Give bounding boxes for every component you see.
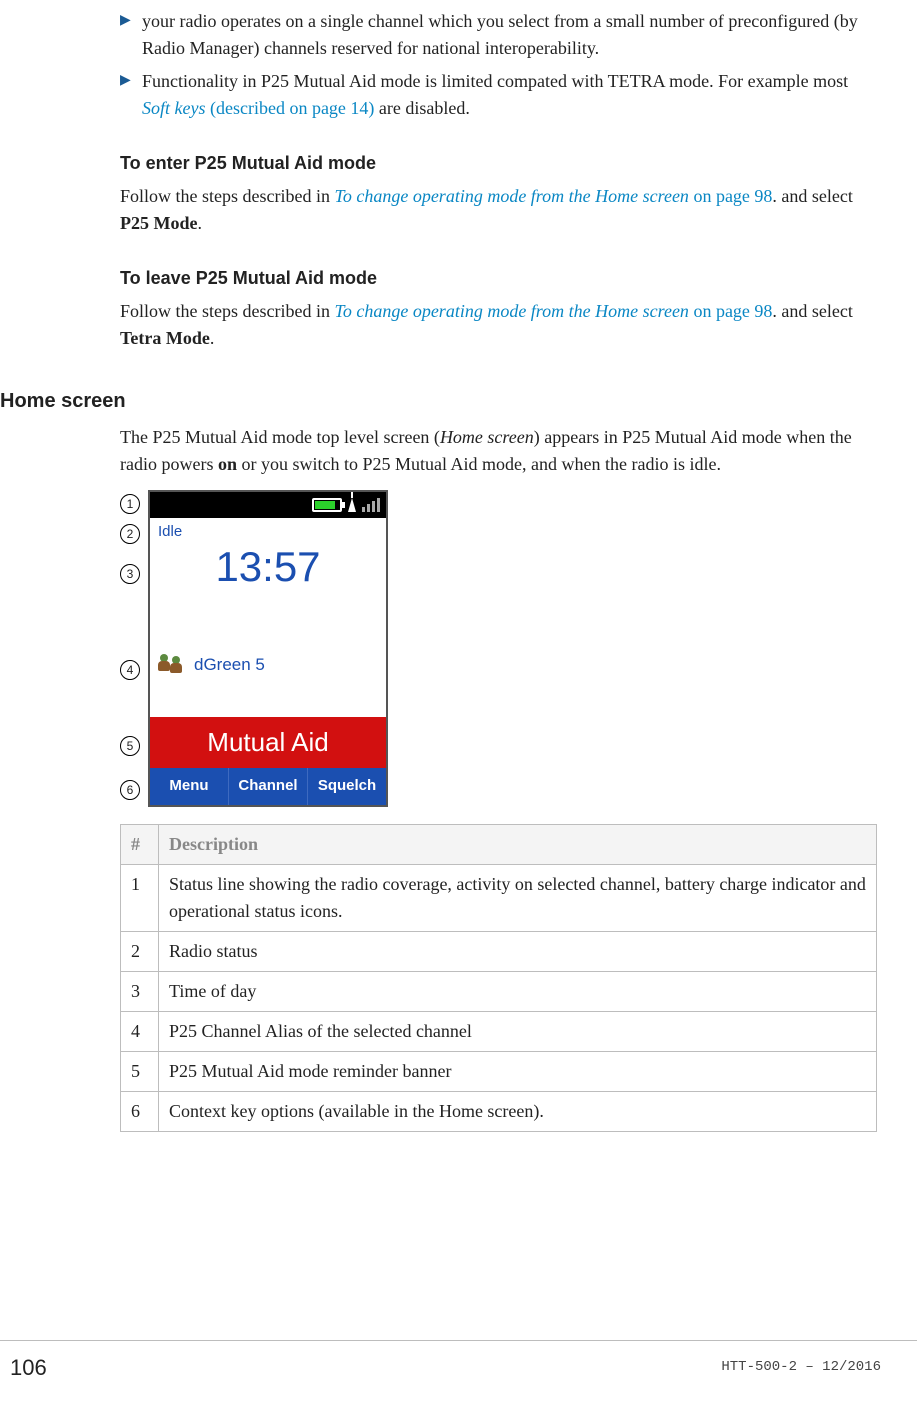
cross-reference-link[interactable]: To change operating mode from the Home s… — [334, 186, 688, 206]
cross-reference-page[interactable]: on page 98 — [689, 186, 772, 206]
text-segment: are disabled. — [374, 98, 469, 118]
radio-screenshot: Idle 13:57 dGreen 5 Mutual Aid Menu Chan… — [148, 490, 388, 807]
row-num: 6 — [121, 1092, 159, 1132]
softkey-channel[interactable]: Channel — [229, 768, 308, 805]
table-row: 1 Status line showing the radio coverage… — [121, 865, 877, 932]
bullet-item: ▶ Functionality in P25 Mutual Aid mode i… — [120, 68, 877, 122]
signal-bars-icon — [362, 498, 380, 512]
channel-alias-row: dGreen 5 — [150, 648, 386, 682]
bullet-item: ▶ your radio operates on a single channe… — [120, 8, 877, 62]
document-id: HTT-500-2 – 12/2016 — [721, 1357, 881, 1378]
row-desc: P25 Channel Alias of the selected channe… — [159, 1012, 877, 1052]
text-segment: Follow the steps described in — [120, 186, 334, 206]
mode-name: P25 Mode — [120, 213, 197, 233]
col-header-number: # — [121, 825, 159, 865]
col-header-description: Description — [159, 825, 877, 865]
status-bar — [150, 492, 386, 518]
softkey-row: Menu Channel Squelch — [150, 768, 386, 805]
bullet-text: your radio operates on a single channel … — [142, 8, 877, 62]
row-desc: Status line showing the radio coverage, … — [159, 865, 877, 932]
page-footer: 106 HTT-500-2 – 12/2016 — [0, 1340, 917, 1402]
table-row: 3 Time of day — [121, 972, 877, 1012]
enter-mode-text: Follow the steps described in To change … — [120, 183, 877, 237]
row-num: 5 — [121, 1052, 159, 1092]
text-segment: Functionality in P25 Mutual Aid mode is … — [142, 71, 848, 91]
cross-reference-link[interactable]: To change operating mode from the Home s… — [334, 301, 688, 321]
callout-marker: 3 — [120, 564, 140, 584]
enter-mode-heading: To enter P25 Mutual Aid mode — [120, 150, 877, 177]
bold-term: on — [218, 454, 237, 474]
text-segment: Follow the steps described in — [120, 301, 334, 321]
table-row: 5 P25 Mutual Aid mode reminder banner — [121, 1052, 877, 1092]
softkey-menu[interactable]: Menu — [150, 768, 229, 805]
leave-mode-text: Follow the steps described in To change … — [120, 298, 877, 352]
text-segment: . — [210, 328, 215, 348]
row-num: 3 — [121, 972, 159, 1012]
row-desc: Time of day — [159, 972, 877, 1012]
term: Home screen — [440, 427, 534, 447]
table-row: 4 P25 Channel Alias of the selected chan… — [121, 1012, 877, 1052]
home-screen-heading: Home screen — [0, 386, 877, 416]
callout-marker: 1 — [120, 494, 140, 514]
mode-name: Tetra Mode — [120, 328, 210, 348]
callout-marker: 4 — [120, 660, 140, 680]
radio-figure: 1 2 3 4 5 6 Idle 13:57 dG — [120, 490, 877, 810]
table-header-row: # Description — [121, 825, 877, 865]
talkgroup-icon — [160, 654, 184, 674]
cross-reference-page[interactable]: (described on page 14) — [205, 98, 374, 118]
leave-mode-heading: To leave P25 Mutual Aid mode — [120, 265, 877, 292]
radio-status-text: Idle — [150, 518, 386, 544]
softkey-squelch[interactable]: Squelch — [308, 768, 386, 805]
callout-column: 1 2 3 4 5 6 — [120, 490, 148, 810]
bullet-list: ▶ your radio operates on a single channe… — [120, 8, 877, 122]
cross-reference-page[interactable]: on page 98 — [689, 301, 772, 321]
bullet-text: Functionality in P25 Mutual Aid mode is … — [142, 68, 877, 122]
table-row: 6 Context key options (available in the … — [121, 1092, 877, 1132]
description-table: # Description 1 Status line showing the … — [120, 824, 877, 1132]
cross-reference-link[interactable]: Soft keys — [142, 98, 205, 118]
row-num: 1 — [121, 865, 159, 932]
time-of-day: 13:57 — [150, 544, 386, 596]
bullet-marker-icon: ▶ — [120, 68, 132, 122]
row-num: 4 — [121, 1012, 159, 1052]
text-segment: The P25 Mutual Aid mode top level screen… — [120, 427, 440, 447]
table-row: 2 Radio status — [121, 932, 877, 972]
row-num: 2 — [121, 932, 159, 972]
page-number: 106 — [0, 1351, 47, 1384]
callout-marker: 5 — [120, 736, 140, 756]
row-desc: Radio status — [159, 932, 877, 972]
mutual-aid-banner: Mutual Aid — [150, 717, 386, 768]
row-desc: P25 Mutual Aid mode reminder banner — [159, 1052, 877, 1092]
battery-icon — [312, 498, 342, 512]
row-desc: Context key options (available in the Ho… — [159, 1092, 877, 1132]
text-segment: . and select — [772, 186, 852, 206]
home-screen-text: The P25 Mutual Aid mode top level screen… — [120, 424, 877, 478]
text-segment: or you switch to P25 Mutual Aid mode, an… — [237, 454, 721, 474]
text-segment: . and select — [772, 301, 852, 321]
antenna-icon — [348, 498, 356, 512]
text-segment: . — [197, 213, 202, 233]
channel-alias: dGreen 5 — [194, 652, 265, 678]
callout-marker: 6 — [120, 780, 140, 800]
callout-marker: 2 — [120, 524, 140, 544]
bullet-marker-icon: ▶ — [120, 8, 132, 62]
